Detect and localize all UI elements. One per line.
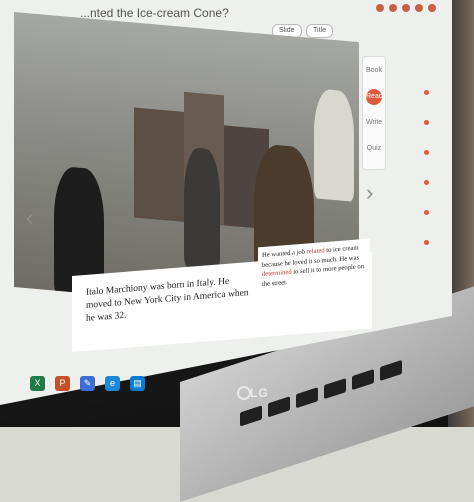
right-tool-rail xyxy=(414,30,440,320)
pedestrian-figure xyxy=(184,146,220,271)
side-tool-panel: Book Read Write Quiz xyxy=(362,56,386,170)
taskbar: X P ✎ e ▤ xyxy=(30,376,145,394)
quiz-icon[interactable]: Quiz xyxy=(366,141,382,157)
lg-logo-icon xyxy=(237,386,251,400)
window-controls xyxy=(376,4,436,12)
keyboard-key xyxy=(380,359,402,382)
tool-icon[interactable] xyxy=(424,240,429,245)
toolbar-button[interactable]: Title xyxy=(306,24,333,38)
keyboard-key xyxy=(268,396,290,418)
excel-icon[interactable]: X xyxy=(30,376,45,391)
store-icon[interactable]: ▤ xyxy=(130,376,145,391)
paint-icon[interactable]: ✎ xyxy=(80,376,95,391)
page-title: ...nted the Ice-cream Cone? xyxy=(80,6,229,20)
close-icon[interactable] xyxy=(428,4,436,12)
read-icon[interactable]: Read xyxy=(366,89,383,105)
prev-page-button[interactable]: ‹ xyxy=(26,205,33,231)
tool-icon[interactable] xyxy=(424,120,429,125)
vocab-word[interactable]: determined xyxy=(262,269,292,278)
building xyxy=(134,107,184,222)
vocab-word[interactable]: related xyxy=(307,247,325,255)
tool-icon[interactable] xyxy=(424,180,429,185)
edge-icon[interactable]: e xyxy=(105,376,120,391)
write-icon[interactable]: Write xyxy=(366,115,382,131)
keyboard-key xyxy=(240,405,262,427)
powerpoint-icon[interactable]: P xyxy=(55,376,70,391)
keyboard-key xyxy=(296,387,318,409)
control-icon[interactable] xyxy=(402,4,410,12)
control-icon[interactable] xyxy=(415,4,423,12)
ice-cream-seller-figure xyxy=(314,88,354,202)
control-icon[interactable] xyxy=(389,4,397,12)
next-page-button[interactable]: › xyxy=(366,180,373,206)
caption-right-text: He wanted a job related to ice cream bec… xyxy=(258,238,370,294)
caption-left-text: Italo Marchiony was born in Italy. He mo… xyxy=(86,276,249,324)
keyboard-key xyxy=(324,378,346,400)
keyboard-key xyxy=(352,368,374,391)
book-icon[interactable]: Book xyxy=(366,63,382,79)
tool-icon[interactable] xyxy=(424,90,429,95)
tool-icon[interactable] xyxy=(424,210,429,215)
brand-logo: LG xyxy=(250,386,269,400)
tool-icon[interactable] xyxy=(424,150,429,155)
control-icon[interactable] xyxy=(376,4,384,12)
